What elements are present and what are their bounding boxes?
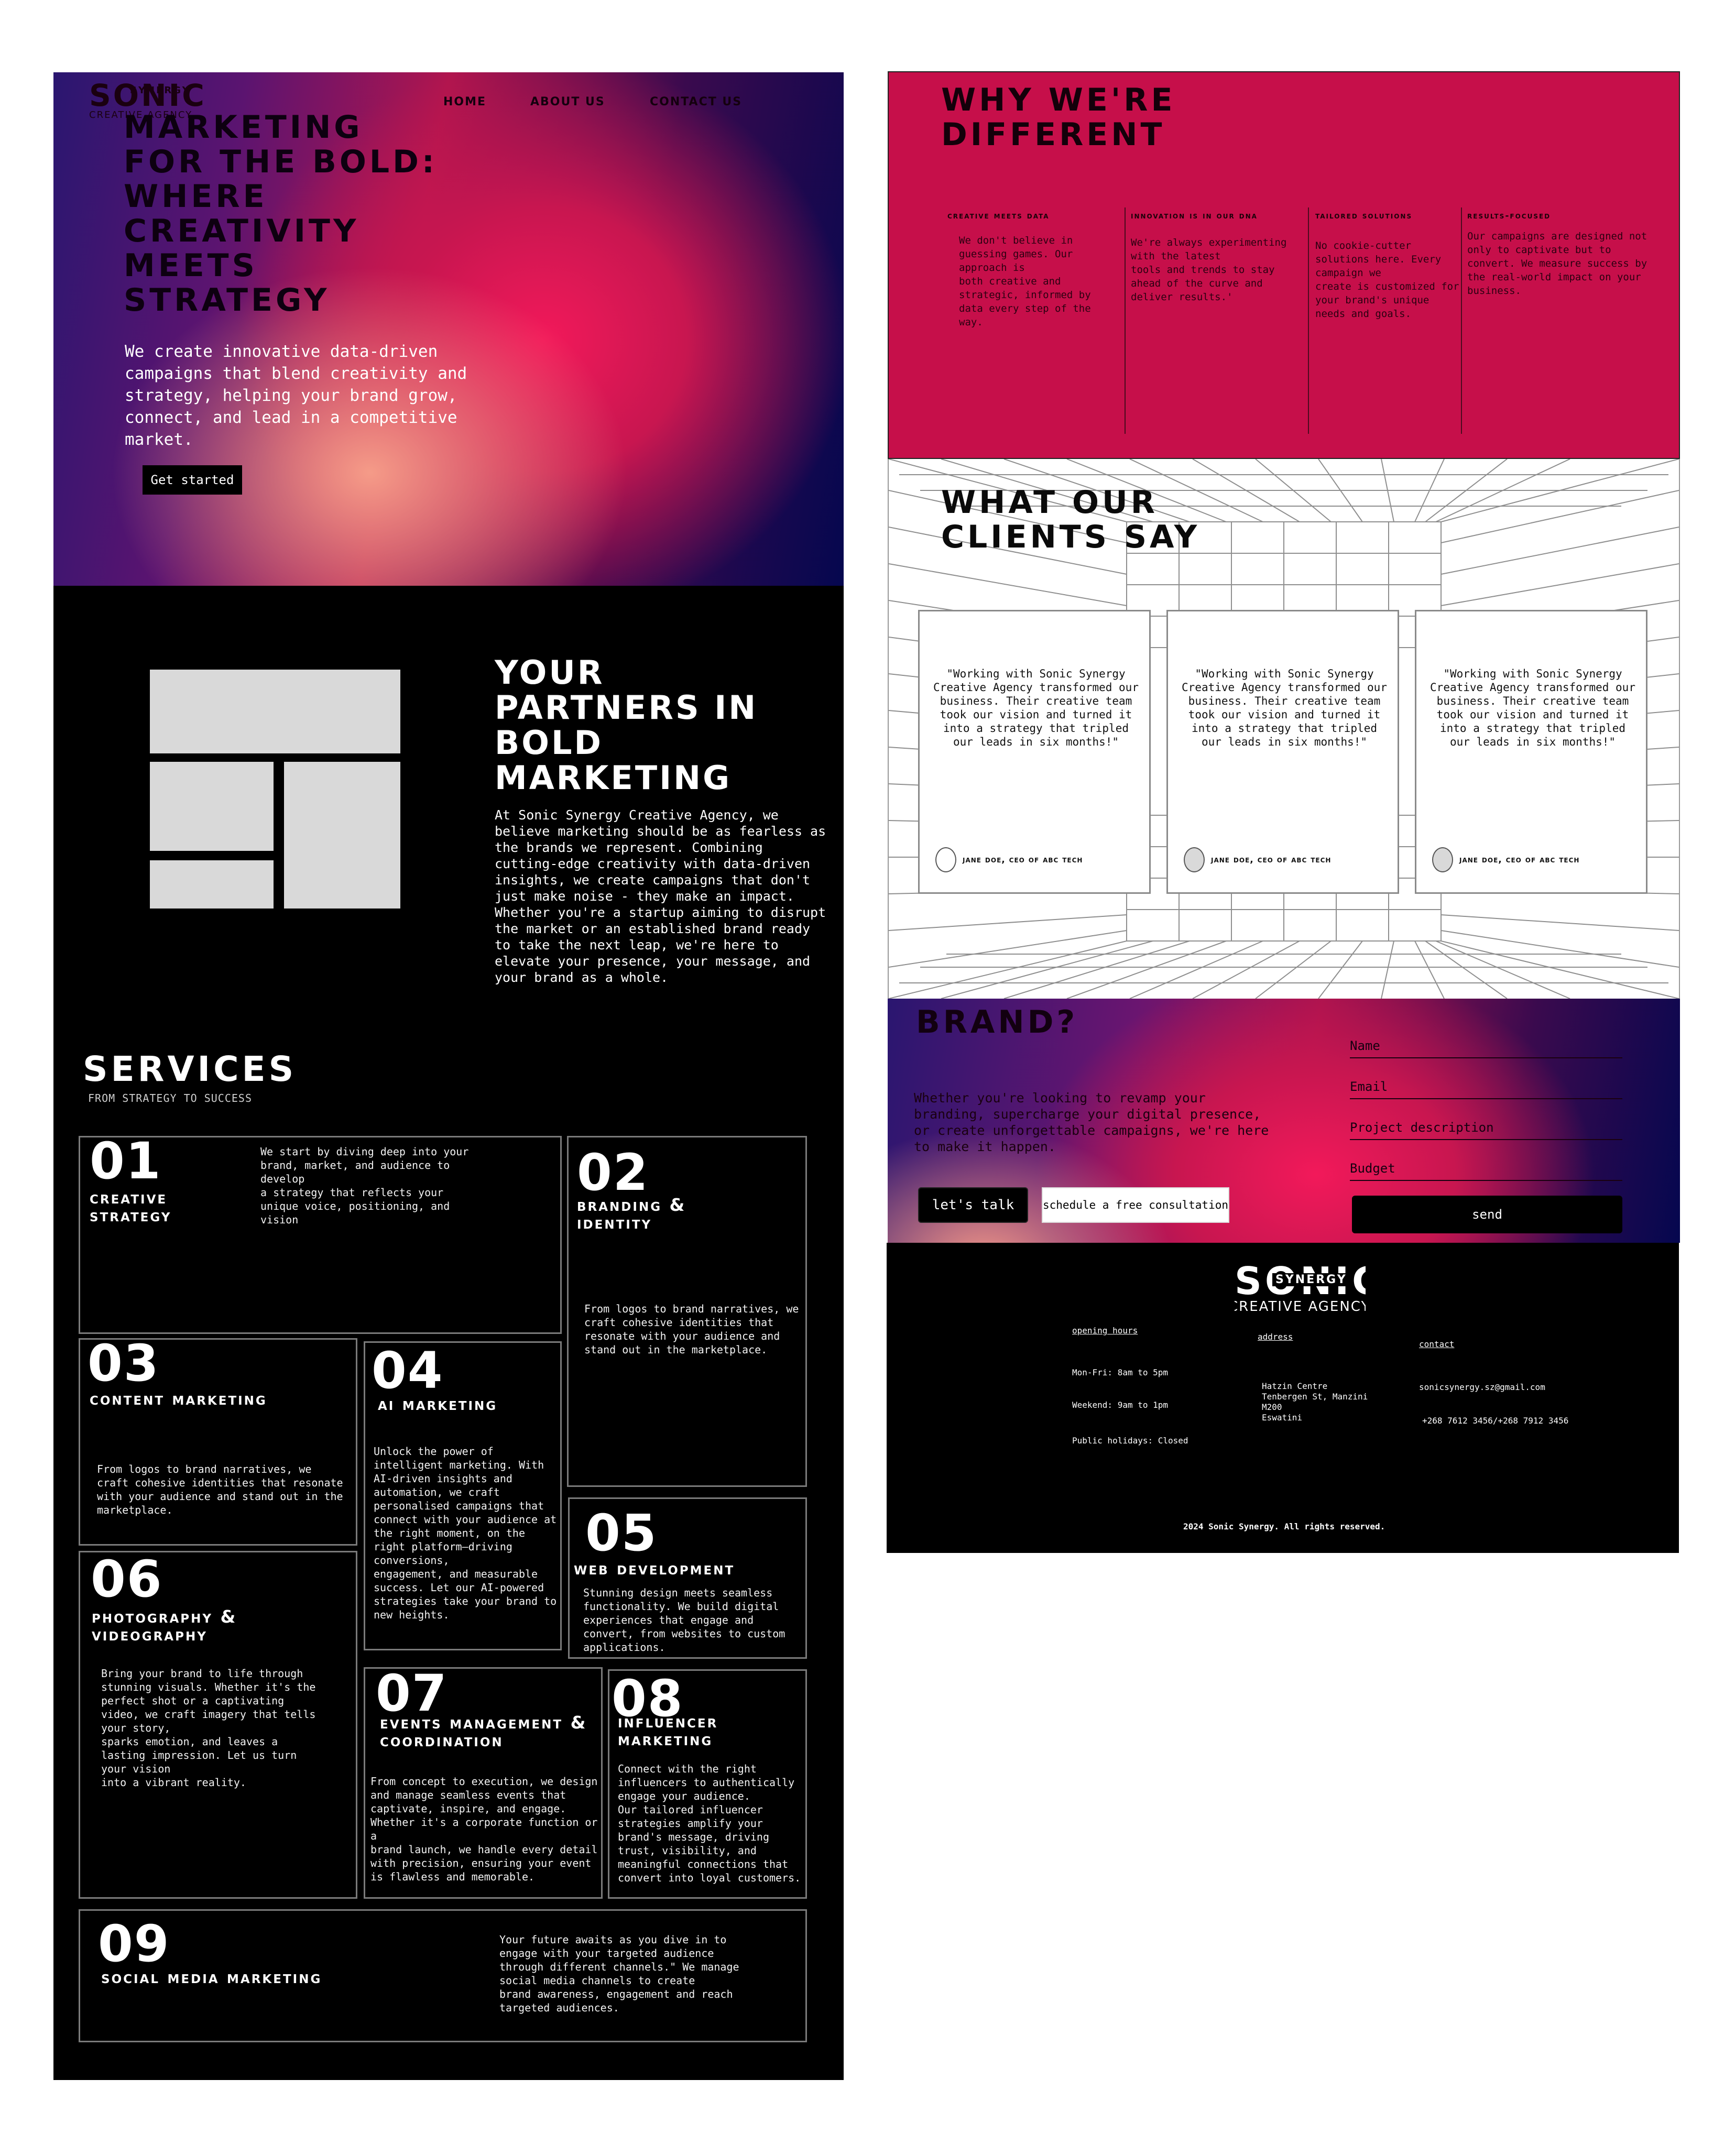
testimonial-author: Jane Doe, CEO of ABC Tech — [963, 855, 1083, 865]
why-column-desc: Our campaigns are designed not only to c… — [1467, 231, 1647, 297]
testimonial-card: "Working with Sonic Synergy Creative Age… — [1166, 610, 1399, 894]
hours-holidays: Public holidays: Closed — [1072, 1436, 1188, 1446]
clients-title: WHAT OUR CLIENTS SAY — [941, 484, 1201, 555]
contact-phone-link[interactable]: +268 7612 3456/+268 7912 3456 — [1422, 1416, 1568, 1426]
service-card-creative-strategy[interactable]: 01 creative strategy We start by diving … — [79, 1136, 562, 1334]
schedule-consultation-button[interactable]: schedule a free consultation — [1042, 1187, 1229, 1223]
image-placeholder — [150, 860, 274, 909]
nav-about-us[interactable]: ABOUT US — [530, 95, 605, 108]
copyright: 2024 Sonic Synergy. All rights reserved. — [1183, 1522, 1385, 1531]
partners-body: At Sonic Synergy Creative Agency, we bel… — [495, 807, 826, 985]
why-column-desc: We don't believe in guessing games. Our … — [959, 235, 1091, 328]
budget-field[interactable] — [1350, 1157, 1622, 1181]
service-card-events-management[interactable]: 07 events management & coordination From… — [364, 1667, 603, 1899]
services-subtitle: FROM STRATEGY TO SUCCESS — [88, 1092, 252, 1104]
grow-body: Whether you're looking to revamp your br… — [914, 1090, 1269, 1154]
hero-title: MARKETING FOR THE BOLD: WHERE CREATIVITY… — [124, 109, 438, 319]
why-column-title: Results-Focused — [1467, 211, 1551, 221]
service-card-content-marketing[interactable]: 03 content marketing From logos to brand… — [79, 1338, 357, 1546]
testimonial-card: "Working with Sonic Synergy Creative Age… — [1415, 610, 1647, 894]
name-field[interactable] — [1350, 1034, 1622, 1058]
image-placeholder — [284, 762, 400, 909]
column-divider — [1308, 207, 1309, 434]
service-card-social-media-marketing[interactable]: 09 social media marketing Your future aw… — [79, 1909, 807, 2042]
why-column-title: Tailored Solutions — [1315, 211, 1413, 221]
hours-weekend: Weekend: 9am to 1pm — [1072, 1400, 1169, 1410]
testimonial-author: Jane Doe, CEO of ABC Tech — [1211, 855, 1332, 865]
footer-logo[interactable]: SONIC SYNERGY CREATIVE AGENCY — [1235, 1263, 1366, 1313]
testimonial-quote: "Working with Sonic Synergy Creative Age… — [1430, 667, 1635, 748]
why-title: WHY WE'RE DIFFERENT — [941, 82, 1176, 153]
send-button[interactable]: send — [1352, 1196, 1622, 1233]
why-column-title: Creative Meets Data — [947, 211, 1050, 221]
testimonial-quote: "Working with Sonic Synergy Creative Age… — [1182, 667, 1387, 748]
column-divider — [1125, 207, 1126, 434]
opening-hours-heading: opening hours — [1072, 1326, 1138, 1336]
lets-talk-button[interactable]: let's talk — [918, 1187, 1028, 1223]
partners-title: YOUR PARTNERS IN BOLD MARKETING — [495, 653, 758, 797]
testimonial-author: Jane Doe, CEO of ABC Tech — [1459, 855, 1580, 865]
contact-heading: contact — [1419, 1339, 1455, 1349]
nav-home[interactable]: Home — [443, 95, 486, 108]
service-card-photography-videography[interactable]: 06 Photography & videography Bring your … — [79, 1551, 357, 1899]
address-heading: address — [1258, 1332, 1293, 1342]
avatar — [1432, 847, 1453, 872]
service-card-ai-marketing[interactable]: 04 AI marketing Unlock the power of inte… — [364, 1341, 562, 1650]
service-card-branding-identity[interactable]: 02 Branding & identity From logos to bra… — [567, 1136, 807, 1487]
avatar — [935, 847, 956, 872]
testimonial-quote: "Working with Sonic Synergy Creative Age… — [933, 667, 1139, 748]
why-column-title: Innovation is in Our DNA — [1131, 211, 1258, 221]
nav-contact-us[interactable]: CONTACT US — [650, 95, 742, 108]
email-field[interactable] — [1350, 1075, 1622, 1099]
why-column-desc: We're always experimenting with the late… — [1131, 237, 1287, 303]
address-block: Hatzin Centre Tenbergen St, Manzini M200… — [1262, 1381, 1368, 1422]
testimonial-card: "Working with Sonic Synergy Creative Age… — [918, 610, 1151, 894]
why-column-desc: No cookie-cutter solutions here. Every c… — [1315, 240, 1459, 320]
project-description-field[interactable] — [1350, 1116, 1622, 1140]
image-placeholder — [150, 762, 274, 851]
contact-email-link[interactable]: sonicsynergy.sz@gmail.com — [1419, 1382, 1545, 1393]
get-started-button[interactable]: Get started — [143, 465, 242, 495]
services-title: SERVICES — [83, 1049, 297, 1089]
hours-weekday: Mon-Fri: 8am to 5pm — [1072, 1367, 1169, 1377]
service-card-influencer-marketing[interactable]: 08 Influencer marketing Connect with the… — [608, 1669, 807, 1899]
service-card-web-development[interactable]: 05 Web development Stunning design meets… — [568, 1497, 807, 1659]
avatar — [1184, 847, 1205, 872]
hero-subtitle: We create innovative data-driven campaig… — [125, 342, 467, 449]
image-placeholder — [150, 670, 400, 753]
